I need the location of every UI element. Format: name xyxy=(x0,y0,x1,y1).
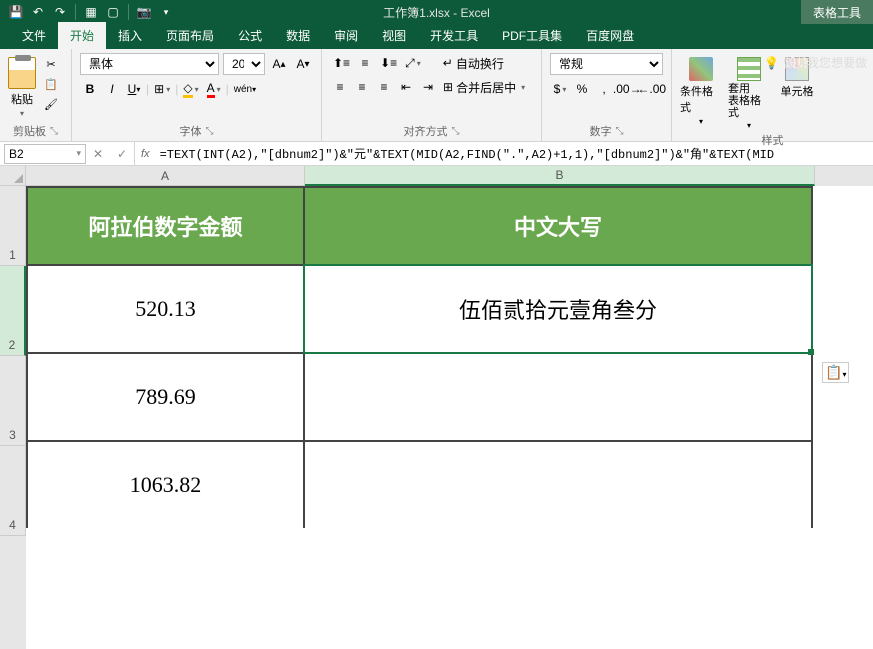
cell-A1[interactable]: 阿拉伯数字金额 xyxy=(26,186,305,266)
qat-icon-1[interactable]: ▦ xyxy=(81,2,101,22)
tab-review[interactable]: 审阅 xyxy=(322,22,370,49)
underline-button[interactable]: U▾ xyxy=(124,79,144,99)
increase-font-icon[interactable]: A▴ xyxy=(269,54,289,74)
comma-icon[interactable]: , xyxy=(594,79,614,99)
cell-B4[interactable] xyxy=(303,440,813,530)
decrease-font-icon[interactable]: A▾ xyxy=(293,54,313,74)
cell-A2[interactable]: 520.13 xyxy=(26,264,305,354)
font-name-select[interactable]: 黑体 xyxy=(80,53,219,75)
conditional-format-button[interactable]: 条件格式▾ xyxy=(680,53,722,126)
tab-file[interactable]: 文件 xyxy=(10,22,58,49)
cell-B2[interactable]: 伍佰贰拾元壹角叁分 xyxy=(303,264,813,354)
tell-me-search[interactable]: 💡 告诉我您想要做 xyxy=(758,49,873,76)
quick-access-toolbar: 💾 ↶ ↷ ▦ ▢ 📷 ▾ xyxy=(0,2,176,22)
paste-icon xyxy=(8,57,36,89)
font-size-select[interactable]: 20 xyxy=(223,53,265,75)
row-header-1[interactable]: 1 xyxy=(0,186,26,266)
title-bar: 💾 ↶ ↷ ▦ ▢ 📷 ▾ 工作簿1.xlsx - Excel 表格工具 xyxy=(0,0,873,24)
ribbon: 粘贴 ▾ ✂ 📋 🖌 剪贴板⤡ 黑体 20 A▴ A▾ B I U▾ | xyxy=(0,49,873,142)
font-launcher[interactable]: ⤡ xyxy=(206,126,214,137)
format-painter-icon[interactable]: 🖌 xyxy=(42,95,60,113)
cell-B3[interactable] xyxy=(303,352,813,442)
enter-formula-icon[interactable]: ✓ xyxy=(110,142,134,165)
tab-page-layout[interactable]: 页面布局 xyxy=(154,22,226,49)
fx-icon[interactable]: fx xyxy=(135,148,156,160)
paste-options-icon[interactable]: 📋▾ xyxy=(822,362,849,383)
tab-pdf[interactable]: PDF工具集 xyxy=(490,22,574,49)
save-icon[interactable]: 💾 xyxy=(6,2,26,22)
cell-A4[interactable]: 1063.82 xyxy=(26,440,305,530)
cut-icon[interactable]: ✂ xyxy=(42,55,60,73)
align-left-icon[interactable]: ≡ xyxy=(330,77,350,97)
tab-view[interactable]: 视图 xyxy=(370,22,418,49)
grid-cells[interactable]: 阿拉伯数字金额 中文大写 520.13 伍佰贰拾元壹角叁分 789.69 106… xyxy=(26,186,873,649)
ribbon-tabs: 文件 开始 插入 页面布局 公式 数据 审阅 视图 开发工具 PDF工具集 百度… xyxy=(0,24,873,49)
tab-home[interactable]: 开始 xyxy=(58,22,106,49)
conditional-format-icon xyxy=(689,57,713,81)
window-title: 工作簿1.xlsx - Excel xyxy=(383,4,490,21)
copy-icon[interactable]: 📋 xyxy=(42,75,60,93)
formula-input[interactable] xyxy=(156,147,873,161)
align-right-icon[interactable]: ≡ xyxy=(374,77,394,97)
font-color-button[interactable]: A xyxy=(204,79,224,99)
border-button[interactable]: ⊞ xyxy=(151,79,173,99)
fill-color-button[interactable]: ◇ xyxy=(180,79,201,99)
percent-icon[interactable]: % xyxy=(572,79,592,99)
wrap-text-button[interactable]: ↵自动换行 xyxy=(440,53,507,73)
italic-button[interactable]: I xyxy=(102,79,122,99)
group-font: 黑体 20 A▴ A▾ B I U▾ | ⊞ | ◇ A | wén▾ 字体⤡ xyxy=(72,49,322,141)
tab-data[interactable]: 数据 xyxy=(274,22,322,49)
align-top-icon[interactable]: ⬆≡ xyxy=(330,53,353,73)
qat-customize-icon[interactable]: ▾ xyxy=(156,2,176,22)
alignment-launcher[interactable]: ⤡ xyxy=(452,126,460,137)
align-middle-icon[interactable]: ≡ xyxy=(355,53,375,73)
undo-icon[interactable]: ↶ xyxy=(28,2,48,22)
bulb-icon: 💡 xyxy=(764,56,779,70)
camera-icon[interactable]: 📷 xyxy=(134,2,154,22)
name-box[interactable]: B2▾ xyxy=(4,144,86,164)
group-clipboard: 粘贴 ▾ ✂ 📋 🖌 剪贴板⤡ xyxy=(0,49,72,141)
bold-button[interactable]: B xyxy=(80,79,100,99)
row-headers: 1 2 3 4 xyxy=(0,186,26,649)
orientation-icon[interactable]: ⤢ xyxy=(402,53,424,73)
redo-icon[interactable]: ↷ xyxy=(50,2,70,22)
paste-button[interactable]: 粘贴 ▾ xyxy=(8,53,36,118)
cancel-formula-icon[interactable]: ✕ xyxy=(86,142,110,165)
increase-indent-icon[interactable]: ⇥ xyxy=(418,77,438,97)
accounting-format-icon[interactable]: $ xyxy=(550,79,570,99)
col-header-B[interactable]: B xyxy=(305,166,815,186)
cell-A3[interactable]: 789.69 xyxy=(26,352,305,442)
group-number: 常规 $ % , .00→ ←.00 数字⤡ xyxy=(542,49,672,141)
phonetic-button[interactable]: wén▾ xyxy=(231,79,259,99)
tab-formulas[interactable]: 公式 xyxy=(226,22,274,49)
clipboard-launcher[interactable]: ⤡ xyxy=(50,126,58,137)
row-header-3[interactable]: 3 xyxy=(0,356,26,446)
number-format-select[interactable]: 常规 xyxy=(550,53,663,75)
select-all-corner[interactable] xyxy=(0,166,26,186)
decrease-indent-icon[interactable]: ⇤ xyxy=(396,77,416,97)
tab-insert[interactable]: 插入 xyxy=(106,22,154,49)
tab-baidu[interactable]: 百度网盘 xyxy=(574,22,646,49)
group-alignment: ⬆≡ ≡ ⬇≡ ⤢ ↵自动换行 ≡ ≡ ≡ ⇤ ⇥ ⊞合并后居中 对齐方式⤡ xyxy=(322,49,542,141)
column-headers: A B xyxy=(26,166,873,186)
align-center-icon[interactable]: ≡ xyxy=(352,77,372,97)
row-header-2[interactable]: 2 xyxy=(0,266,26,356)
align-bottom-icon[interactable]: ⬇≡ xyxy=(377,53,400,73)
cell-blank[interactable] xyxy=(26,528,873,648)
col-header-A[interactable]: A xyxy=(26,166,305,186)
spreadsheet-grid: A B 1 2 3 4 阿拉伯数字金额 中文大写 520.13 伍佰贰拾元壹角叁… xyxy=(0,166,873,649)
increase-decimal-icon[interactable]: .00→ xyxy=(616,79,639,99)
tab-developer[interactable]: 开发工具 xyxy=(418,22,490,49)
number-launcher[interactable]: ⤡ xyxy=(616,126,624,137)
decrease-decimal-icon[interactable]: ←.00 xyxy=(641,79,664,99)
merge-button[interactable]: ⊞合并后居中 xyxy=(440,77,528,97)
formula-bar: B2▾ ✕ ✓ fx xyxy=(0,142,873,166)
row-header-4[interactable]: 4 xyxy=(0,446,26,536)
cell-B1[interactable]: 中文大写 xyxy=(303,186,813,266)
contextual-tab-label: 表格工具 xyxy=(801,0,873,24)
qat-icon-2[interactable]: ▢ xyxy=(103,2,123,22)
